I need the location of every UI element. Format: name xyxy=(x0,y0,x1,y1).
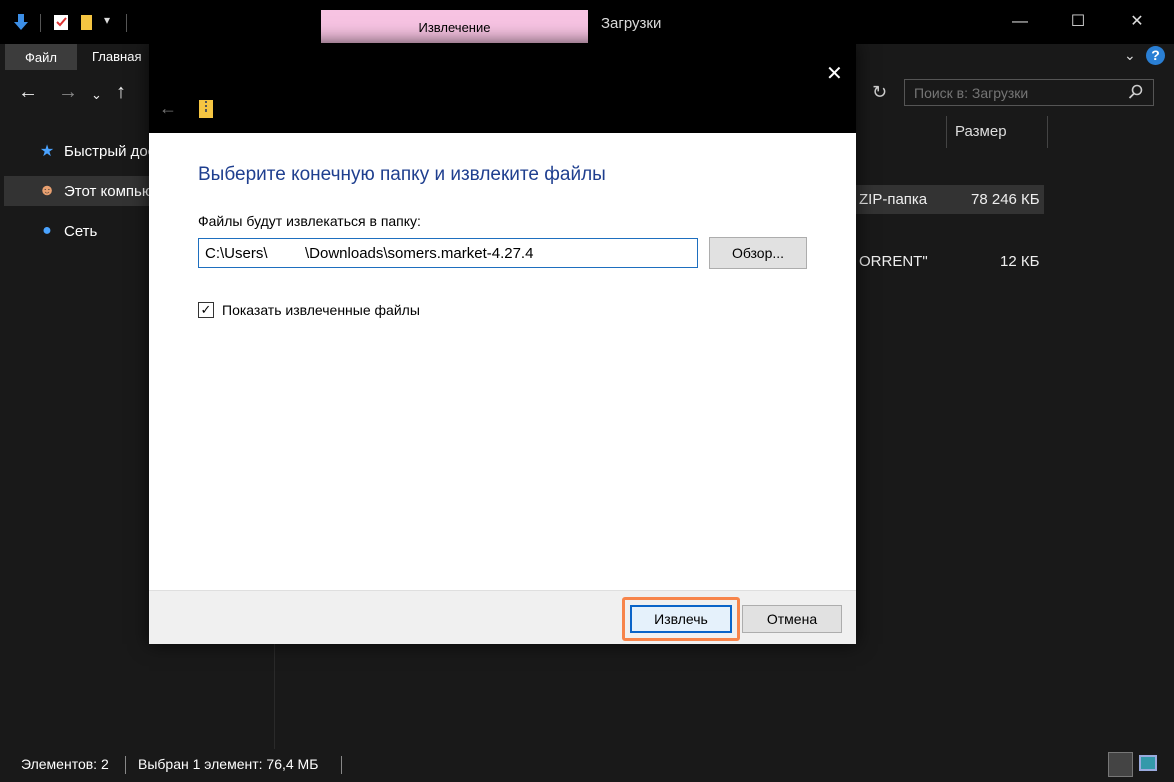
destination-path-input[interactable] xyxy=(198,238,698,268)
column-header-size[interactable]: Размер xyxy=(955,123,1007,140)
sidebar-item-label: Быстрый дос xyxy=(64,142,156,160)
sidebar-item-label: Этот компью xyxy=(64,182,154,200)
details-view-icon[interactable] xyxy=(1108,752,1133,777)
tab-file[interactable]: Файл xyxy=(5,44,77,70)
dialog-header xyxy=(149,43,856,133)
back-arrow-icon[interactable]: ← xyxy=(159,98,177,119)
divider xyxy=(341,756,342,774)
column-divider[interactable] xyxy=(946,116,947,148)
download-arrow-icon[interactable] xyxy=(12,13,30,31)
window-title: Загрузки xyxy=(601,15,662,32)
up-arrow-icon[interactable]: ↑ xyxy=(116,82,126,102)
back-arrow-icon[interactable]: ← xyxy=(18,82,38,102)
file-size: 78 246 КБ xyxy=(971,191,1040,208)
context-tab-extract[interactable]: Извлечение xyxy=(321,10,588,44)
help-icon[interactable]: ? xyxy=(1146,46,1165,65)
divider xyxy=(40,14,41,32)
file-type: ZIP-папка xyxy=(859,191,928,208)
dialog-title: Выберите конечную папку и извлеките файл… xyxy=(198,164,606,185)
maximize-button[interactable]: ☐ xyxy=(1068,12,1088,32)
cancel-button[interactable]: Отмена xyxy=(742,605,842,633)
close-icon[interactable]: ✕ xyxy=(826,61,843,86)
this-pc-icon: ☻ xyxy=(38,182,56,199)
show-files-label[interactable]: Показать извлеченные файлы xyxy=(222,302,420,318)
minimize-button[interactable]: — xyxy=(1010,12,1030,32)
sidebar-item-label: Сеть xyxy=(64,222,98,240)
browse-button[interactable]: Обзор... xyxy=(709,237,807,269)
zip-folder-icon xyxy=(199,100,213,118)
file-size: 12 КБ xyxy=(1000,253,1040,270)
chevron-down-icon[interactable]: ⌄ xyxy=(1124,47,1136,64)
folder-icon[interactable] xyxy=(78,13,96,31)
properties-icon[interactable] xyxy=(52,13,70,31)
destination-label: Файлы будут извлекаться в папку: xyxy=(198,213,421,229)
divider xyxy=(125,756,126,774)
item-count: Элементов: 2 xyxy=(21,756,109,772)
extract-dialog: ✕ ← Выберите конечную папку и извлеките … xyxy=(149,43,856,644)
search-icon[interactable] xyxy=(1128,84,1144,100)
file-type: ORRENT" xyxy=(859,253,928,270)
extract-button[interactable]: Извлечь xyxy=(630,605,732,633)
tab-home[interactable]: Главная xyxy=(92,49,141,64)
refresh-icon[interactable]: ↻ xyxy=(872,82,887,103)
large-icons-view-icon[interactable] xyxy=(1139,755,1157,771)
star-icon: ★ xyxy=(39,143,55,160)
show-files-checkbox[interactable]: ✓ xyxy=(198,302,214,318)
column-divider[interactable] xyxy=(1047,116,1048,148)
search-input[interactable] xyxy=(904,79,1154,106)
close-window-button[interactable]: ✕ xyxy=(1127,12,1147,32)
network-icon: ● xyxy=(42,222,52,239)
selection-info: Выбран 1 элемент: 76,4 МБ xyxy=(138,756,319,772)
customize-dropdown-icon[interactable]: ▾ xyxy=(104,13,110,27)
divider xyxy=(126,14,127,32)
recent-dropdown-icon[interactable]: ⌄ xyxy=(91,85,102,105)
forward-arrow-icon[interactable]: → xyxy=(58,82,78,102)
